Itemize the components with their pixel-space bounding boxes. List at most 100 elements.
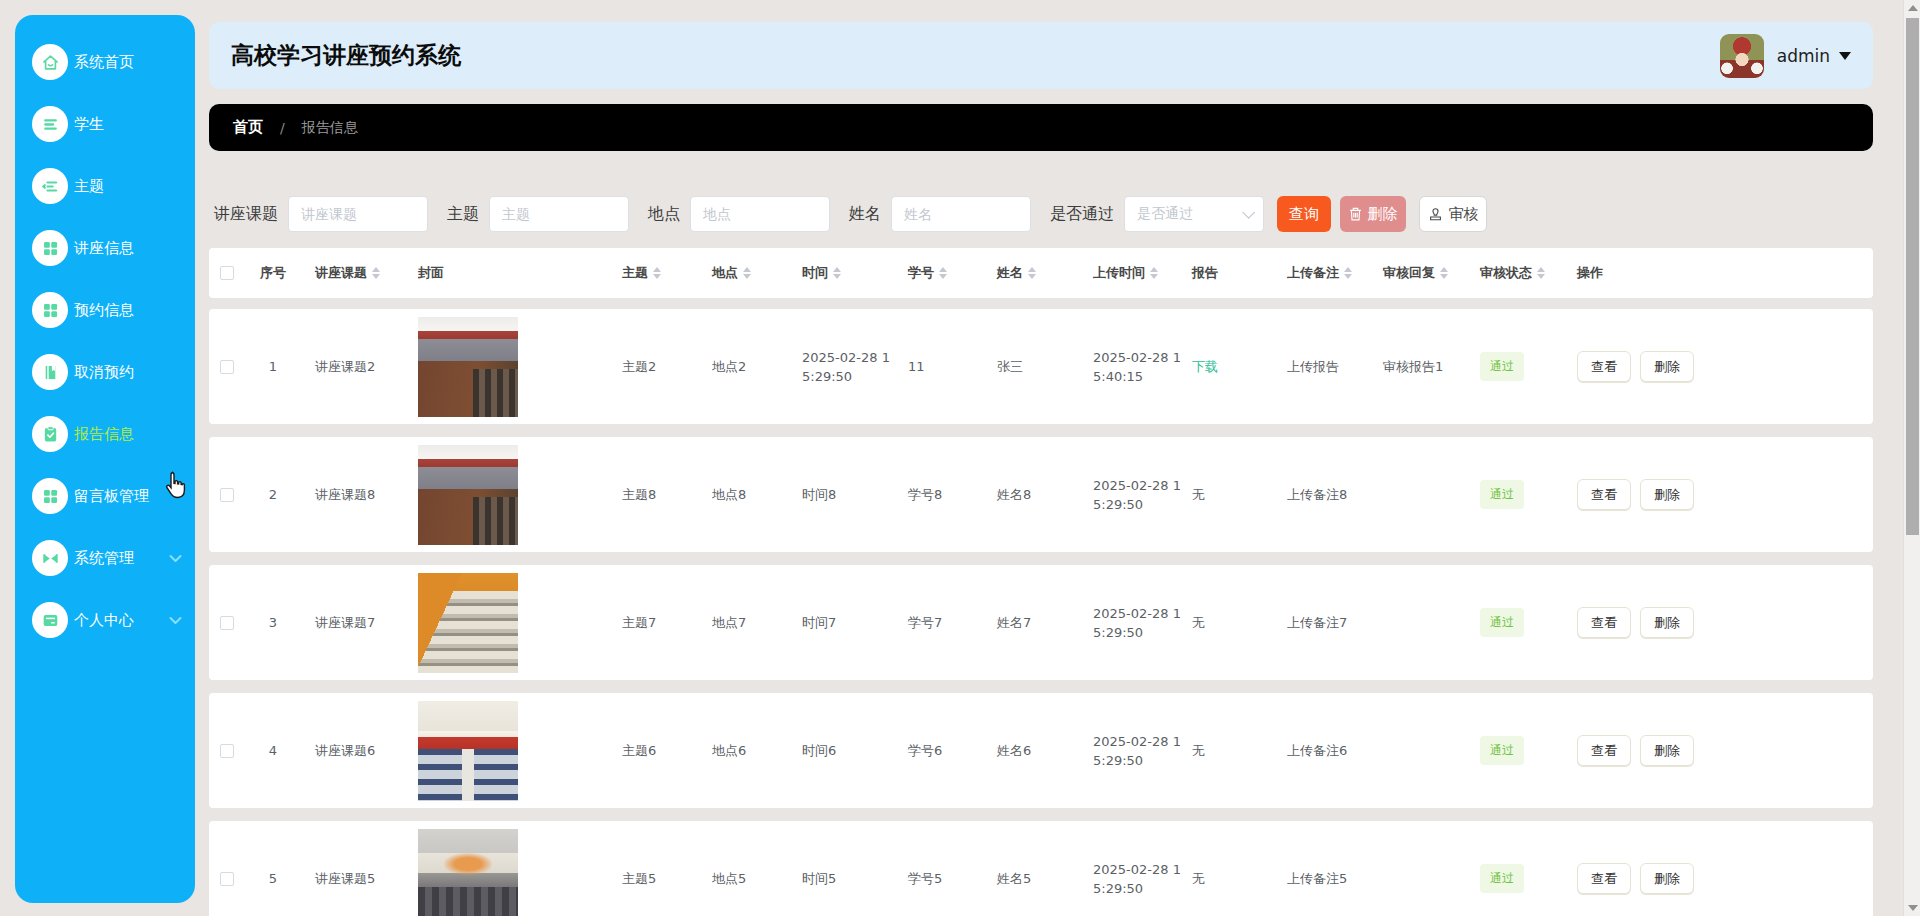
username: admin	[1777, 46, 1830, 66]
cell-report: 无	[1181, 614, 1267, 632]
download-link[interactable]: 下载	[1192, 358, 1218, 376]
view-button[interactable]: 查看	[1577, 607, 1631, 638]
breadcrumb-home[interactable]: 首页	[233, 118, 263, 137]
cell-seq: 4	[245, 743, 301, 758]
sort-carets-icon[interactable]	[372, 267, 380, 279]
table-row: 2 讲座课题8 主题8 地点8 时间8 学号8 姓名8 2025-02-28 1…	[209, 437, 1873, 552]
user-menu[interactable]: admin	[1720, 34, 1851, 78]
cell-remark: 上传备注6	[1267, 742, 1361, 760]
sort-carets-icon[interactable]	[1028, 267, 1036, 279]
cell-topic: 讲座课题5	[301, 870, 411, 888]
sidebar-item[interactable]: 预约信息	[15, 279, 195, 341]
cell-actions: 查看 删除	[1552, 735, 1873, 766]
sidebar-item[interactable]: 系统首页	[15, 31, 195, 93]
row-delete-button[interactable]: 删除	[1640, 351, 1694, 382]
row-checkbox[interactable]	[209, 744, 245, 758]
cell-upload-time: 2025-02-28 15:29:50	[1069, 604, 1181, 642]
chevron-down-icon[interactable]	[169, 549, 182, 568]
sidebar-item-label: 讲座信息	[74, 239, 134, 258]
sidebar-item[interactable]: 学生	[15, 93, 195, 155]
row-delete-button[interactable]: 删除	[1640, 607, 1694, 638]
cover-image[interactable]	[418, 317, 518, 417]
sort-carets-icon[interactable]	[1344, 267, 1352, 279]
row-checkbox[interactable]	[209, 616, 245, 630]
row-checkbox[interactable]	[209, 360, 245, 374]
column-header[interactable]: 学号	[905, 264, 977, 282]
row-delete-button[interactable]: 删除	[1640, 735, 1694, 766]
cover-image[interactable]	[418, 445, 518, 545]
cover-image[interactable]	[418, 573, 518, 673]
sidebar-item[interactable]: 个人中心	[15, 589, 195, 651]
audit-button[interactable]: 审核	[1419, 196, 1487, 232]
column-header[interactable]: 讲座课题	[301, 264, 411, 282]
search-button[interactable]: 查询	[1277, 196, 1331, 232]
column-header[interactable]: 上传时间	[1069, 264, 1181, 282]
filter-input[interactable]	[891, 196, 1031, 232]
chevron-down-icon[interactable]	[169, 611, 182, 630]
view-button[interactable]: 查看	[1577, 479, 1631, 510]
filter-input[interactable]	[690, 196, 830, 232]
sidebar-item[interactable]: 报告信息	[15, 403, 195, 465]
view-button[interactable]: 查看	[1577, 351, 1631, 382]
cell-time: 时间6	[791, 741, 905, 760]
cell-upload-time: 2025-02-28 15:40:15	[1069, 348, 1181, 386]
vertical-scrollbar[interactable]	[1903, 0, 1920, 916]
column-header[interactable]: 主题	[611, 264, 701, 282]
sidebar-item[interactable]: 系统管理	[15, 527, 195, 589]
column-header[interactable]: 地点	[701, 264, 791, 282]
view-button[interactable]: 查看	[1577, 863, 1631, 894]
row-checkbox[interactable]	[209, 488, 245, 502]
cell-report: 无	[1181, 870, 1267, 888]
sort-carets-icon[interactable]	[833, 267, 841, 279]
filter-input[interactable]	[288, 196, 428, 232]
row-delete-button[interactable]: 删除	[1640, 863, 1694, 894]
user-dropdown-caret-icon[interactable]	[1839, 52, 1851, 60]
cell-time: 2025-02-28 15:29:50	[791, 348, 905, 386]
scroll-down-button[interactable]	[1904, 900, 1920, 916]
cell-theme: 主题7	[611, 614, 701, 632]
status-badge: 通过	[1480, 864, 1524, 893]
sort-carets-icon[interactable]	[1537, 267, 1545, 279]
sidebar-item[interactable]: 讲座信息	[15, 217, 195, 279]
sidebar-item[interactable]: 主题	[15, 155, 195, 217]
scrollbar-thumb[interactable]	[1906, 18, 1919, 535]
book-icon	[32, 354, 68, 390]
cell-actions: 查看 删除	[1552, 607, 1873, 638]
view-button[interactable]: 查看	[1577, 735, 1631, 766]
scroll-up-button[interactable]	[1904, 0, 1920, 16]
row-checkbox[interactable]	[209, 872, 245, 886]
column-header[interactable]: 审核回复	[1361, 264, 1458, 282]
cover-image[interactable]	[418, 829, 518, 916]
cell-student-no: 学号8	[905, 486, 977, 504]
sort-carets-icon[interactable]	[1150, 267, 1158, 279]
cell-name: 姓名8	[977, 486, 1069, 504]
table-row: 4 讲座课题6 主题6 地点6 时间6 学号6 姓名6 2025-02-28 1…	[209, 693, 1873, 808]
row-delete-button[interactable]: 删除	[1640, 479, 1694, 510]
delete-button[interactable]: 删除	[1340, 196, 1406, 232]
column-header[interactable]: 上传备注	[1267, 264, 1361, 282]
pass-status-select[interactable]: 是否通过	[1124, 196, 1264, 232]
cell-cover	[411, 317, 611, 417]
sidebar-item[interactable]: 取消预约	[15, 341, 195, 403]
column-header[interactable]: 时间	[791, 264, 905, 282]
cell-report: 无	[1181, 742, 1267, 760]
select-all-checkbox[interactable]	[209, 266, 245, 280]
cover-image[interactable]	[418, 701, 518, 801]
cell-place: 地点6	[701, 742, 791, 760]
scroll-up-icon	[1908, 5, 1918, 11]
breadcrumb-current: 报告信息	[302, 119, 358, 137]
home-icon	[32, 44, 68, 80]
sidebar-item-label: 学生	[74, 115, 104, 134]
sidebar-item-label: 系统管理	[74, 549, 134, 568]
cell-seq: 3	[245, 615, 301, 630]
cell-name: 姓名6	[977, 742, 1069, 760]
topic-list-icon	[32, 168, 68, 204]
sort-carets-icon[interactable]	[653, 267, 661, 279]
sort-carets-icon[interactable]	[939, 267, 947, 279]
sort-carets-icon[interactable]	[743, 267, 751, 279]
filter-input[interactable]	[489, 196, 629, 232]
avatar[interactable]	[1720, 34, 1764, 78]
column-header[interactable]: 姓名	[977, 264, 1069, 282]
column-header[interactable]: 审核状态	[1458, 264, 1552, 282]
sort-carets-icon[interactable]	[1440, 267, 1448, 279]
